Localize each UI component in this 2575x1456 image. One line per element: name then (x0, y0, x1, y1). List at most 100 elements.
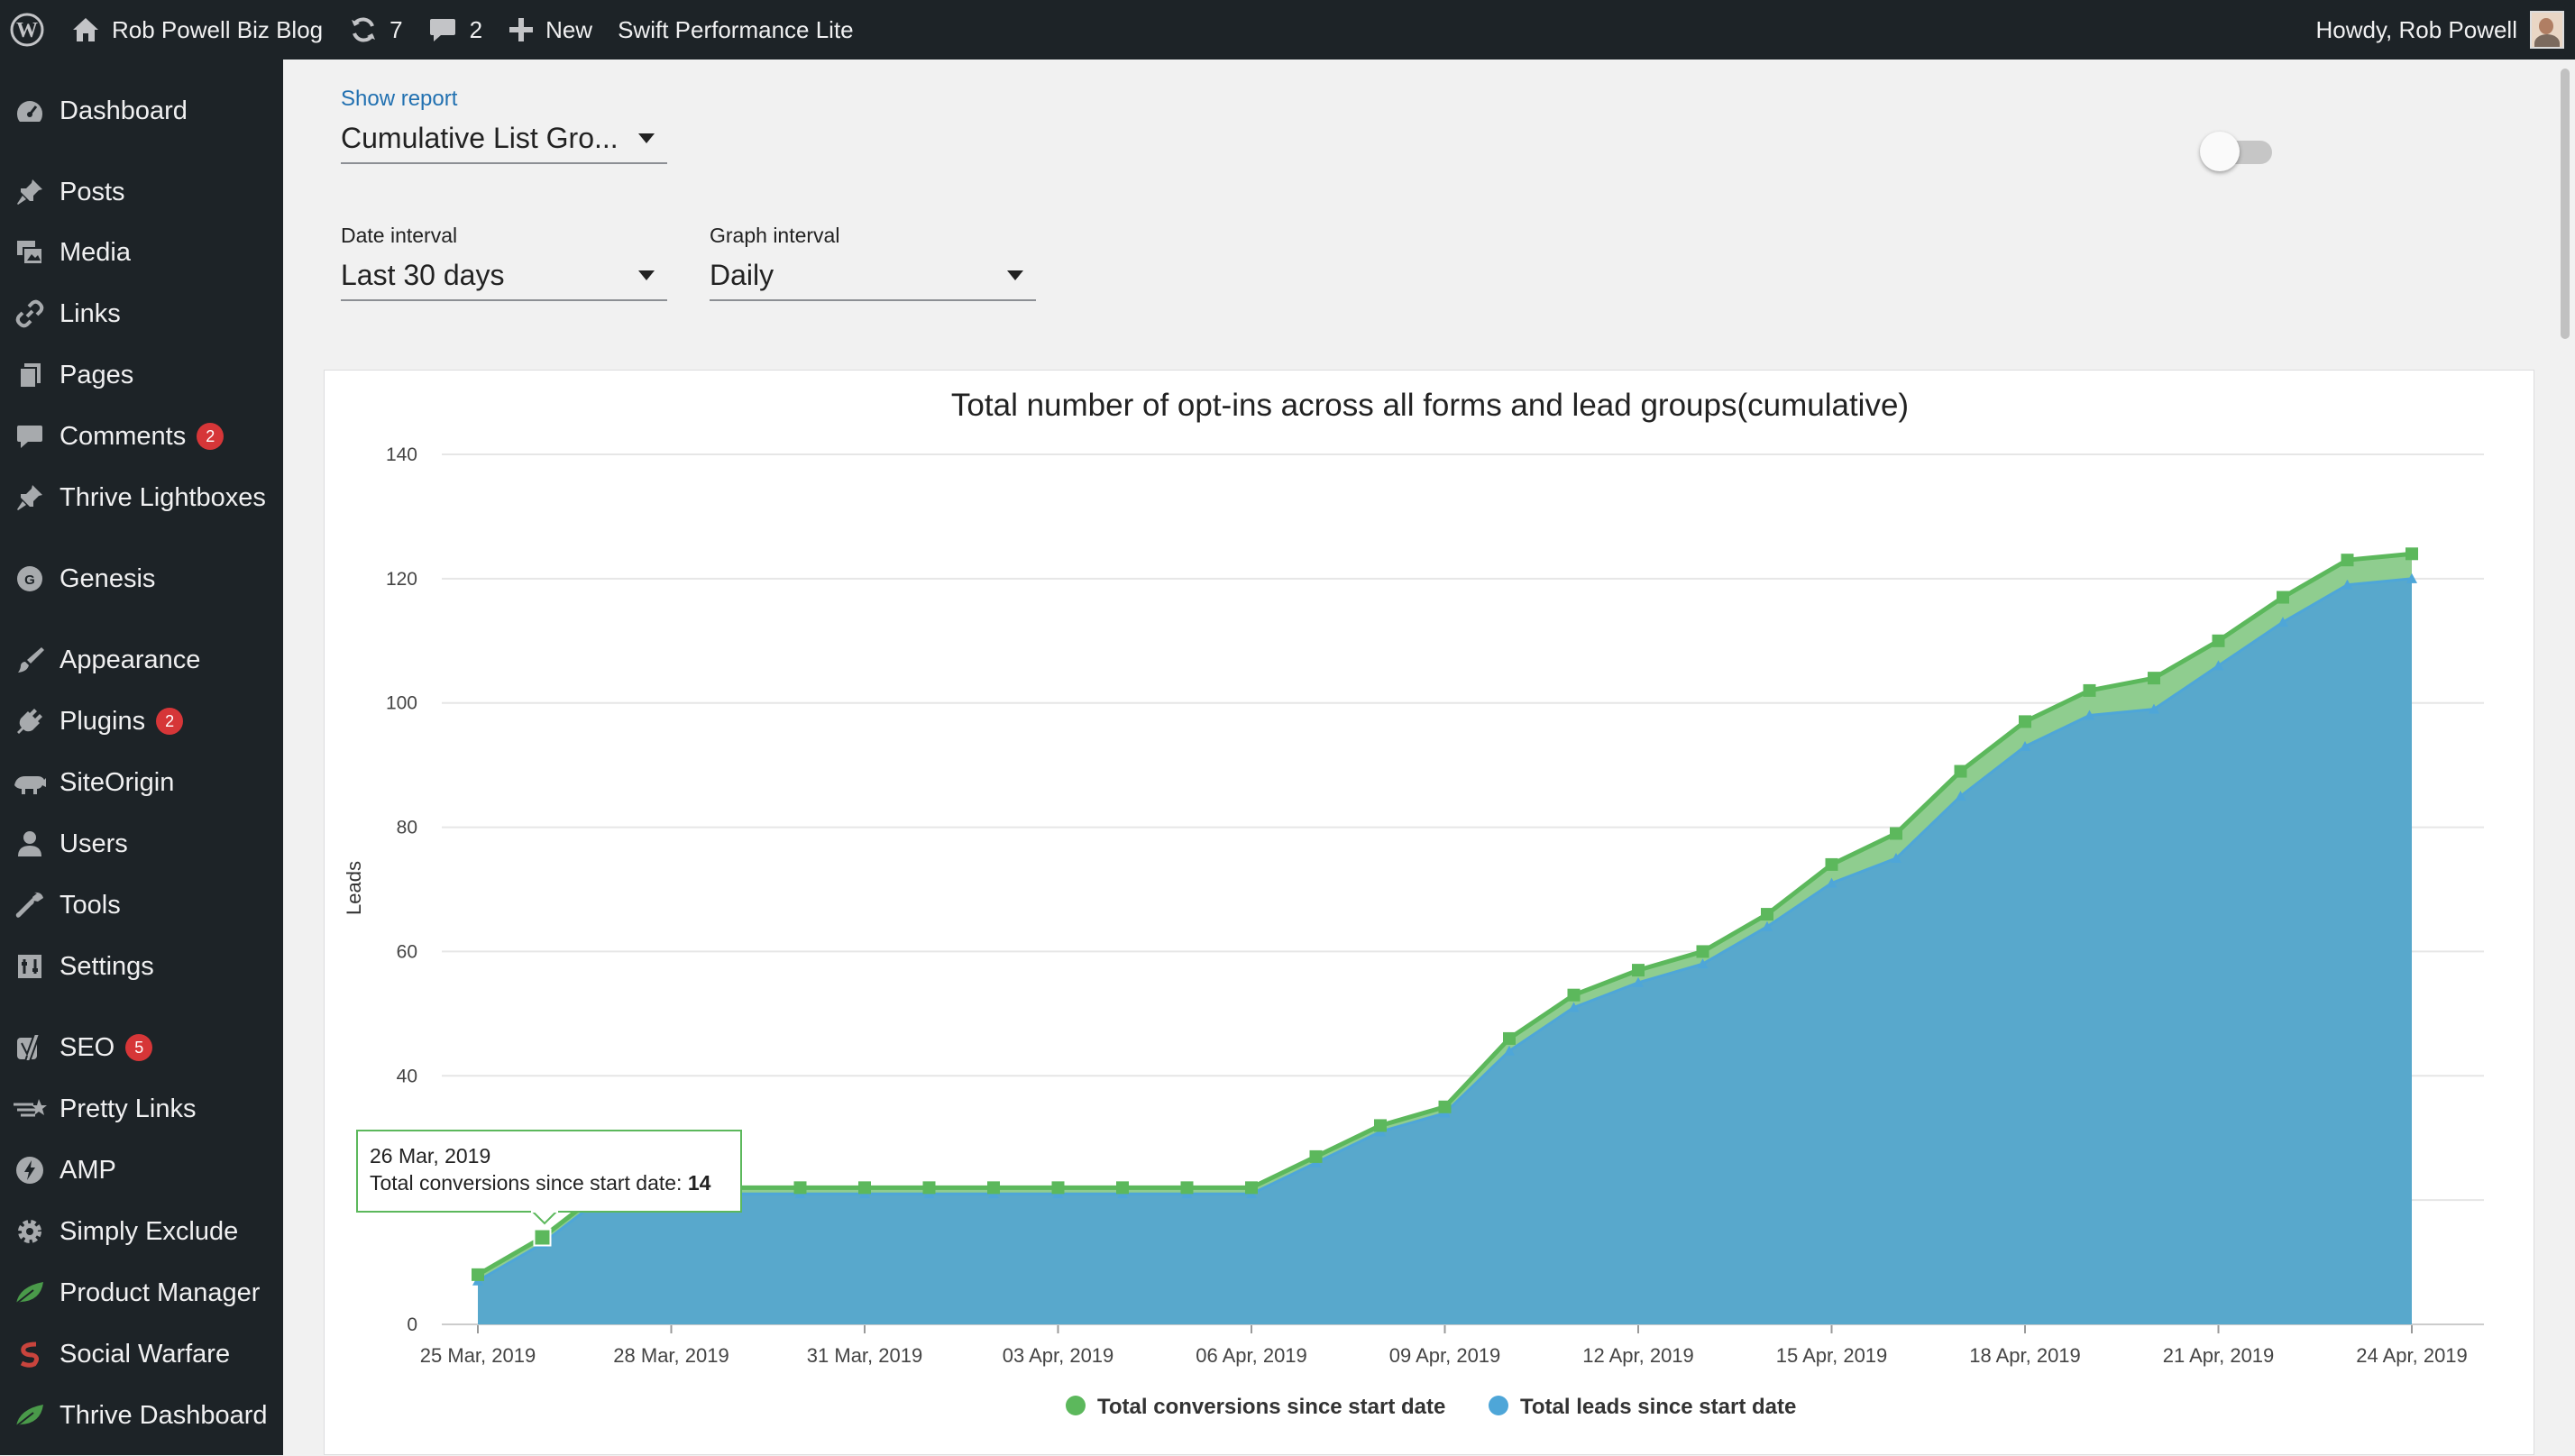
sidebar-item-siteorigin[interactable]: SiteOrigin (0, 756, 283, 809)
comments-count-badge: 2 (197, 423, 225, 450)
sidebar-item-posts[interactable]: Posts (0, 166, 283, 218)
conversions-point[interactable] (1051, 1181, 1065, 1195)
sidebar-item-amp[interactable]: AMP (0, 1144, 283, 1196)
conversions-point[interactable] (1825, 857, 1838, 871)
conversions-point[interactable] (1890, 827, 1902, 840)
sidebar-item-thrive-lightboxes[interactable]: Thrive Lightboxes (0, 472, 283, 524)
legend-item-leads[interactable]: Total leads since start date (1489, 1395, 1796, 1419)
graph-interval-value: Daily (710, 258, 774, 291)
conversions-point[interactable] (2083, 683, 2096, 697)
conversions-point[interactable] (1245, 1181, 1258, 1195)
conversions-point[interactable] (1761, 908, 1773, 921)
show-report-select[interactable]: Cumulative List Gro... (341, 114, 667, 164)
conversions-point[interactable] (1116, 1181, 1129, 1195)
media-icon (0, 238, 60, 267)
paintbrush-icon (0, 645, 60, 675)
legend-marker (1066, 1396, 1086, 1415)
comments-link[interactable]: 2 (416, 0, 495, 60)
sidebar-item-social-warfare[interactable]: Social Warfare (0, 1328, 283, 1380)
conversions-point[interactable] (2341, 554, 2354, 567)
seo-count-badge: 5 (125, 1034, 153, 1061)
legend-item-conversions[interactable]: Total conversions since start date (1066, 1395, 1445, 1419)
pushpin-icon (0, 177, 60, 207)
site-name-link[interactable]: Rob Powell Biz Blog (58, 0, 335, 60)
chart-tooltip: 26 Mar, 2019 Total conversions since sta… (356, 1130, 742, 1225)
tooltip-label: Total conversions since start date: (370, 1171, 688, 1195)
user-icon (0, 829, 60, 858)
conversions-point[interactable] (2212, 634, 2225, 647)
conversions-point[interactable] (793, 1181, 807, 1195)
my-account-link[interactable]: Howdy, Rob Powell (2315, 0, 2575, 60)
conversions-point[interactable] (1374, 1119, 1387, 1132)
gear-icon (0, 1216, 60, 1247)
swift-performance-link[interactable]: Swift Performance Lite (605, 0, 866, 60)
conversions-point[interactable] (533, 1228, 552, 1247)
tooltip-pointer-mask (531, 1209, 558, 1213)
sidebar-item-label: Plugins (60, 706, 146, 736)
sidebar-item-tools[interactable]: Tools (0, 879, 283, 931)
sidebar-item-pretty-links[interactable]: Pretty Links (0, 1083, 283, 1135)
sidebar-item-settings[interactable]: Settings (0, 940, 283, 993)
dashboard-icon (0, 97, 60, 124)
date-interval-value: Last 30 days (341, 258, 505, 291)
sidebar-item-thrive-dashboard[interactable]: Thrive Dashboard (0, 1389, 283, 1442)
sidebar-item-label: Comments (60, 421, 187, 451)
site-name: Rob Powell Biz Blog (112, 15, 324, 43)
report-toggle-switch[interactable] (2200, 132, 2272, 171)
genesis-icon: G (0, 563, 60, 594)
conversions-point[interactable] (1954, 765, 1967, 778)
admin-bar: W Rob Powell Biz Blog 7 2 New Swift Perf… (0, 0, 2575, 60)
sidebar-item-media[interactable]: Media (0, 226, 283, 279)
conversions-point[interactable] (2019, 715, 2031, 728)
sidebar-item-label: Links (60, 298, 121, 328)
conversions-point[interactable] (1632, 964, 1645, 977)
sidebar-item-links[interactable]: Links (0, 288, 283, 340)
wordpress-logo-button[interactable]: W (0, 0, 58, 60)
conversions-point[interactable] (1180, 1181, 1194, 1195)
sidebar-item-genesis[interactable]: G Genesis (0, 553, 283, 605)
conversions-point[interactable] (1309, 1149, 1323, 1163)
conversions-point[interactable] (2148, 672, 2160, 685)
siteorigin-icon (0, 769, 60, 796)
date-interval-select[interactable]: Last 30 days (341, 251, 667, 301)
conversions-point[interactable] (1438, 1100, 1452, 1113)
conversions-point[interactable] (858, 1181, 871, 1195)
sidebar-item-users[interactable]: Users (0, 818, 283, 870)
page-scrollbar[interactable] (2557, 60, 2575, 1455)
x-tick-label: 24 Apr, 2019 (2356, 1344, 2468, 1367)
comment-icon (0, 423, 60, 450)
sidebar-item-label: Tools (60, 890, 121, 920)
sidebar-item-plugins[interactable]: Plugins 2 (0, 695, 283, 747)
conversions-point[interactable] (922, 1181, 936, 1195)
conversions-point[interactable] (472, 1268, 484, 1281)
sidebar-item-label: Simply Exclude (60, 1216, 239, 1246)
chart-legend: Total conversions since start date Total… (1066, 1395, 1796, 1419)
link-icon (0, 298, 60, 329)
legend-label: Total leads since start date (1520, 1395, 1796, 1419)
sidebar-item-appearance[interactable]: Appearance (0, 634, 283, 686)
sidebar-item-dashboard[interactable]: Dashboard (0, 85, 283, 137)
sidebar-item-label: Dashboard (60, 96, 188, 125)
sidebar-item-seo[interactable]: SEO 5 (0, 1021, 283, 1074)
svg-text:W: W (16, 19, 38, 42)
sidebar-item-comments[interactable]: Comments 2 (0, 410, 283, 462)
updates-link[interactable]: 7 (335, 0, 415, 60)
graph-interval-select[interactable]: Daily (710, 251, 1036, 301)
scrollbar-thumb[interactable] (2561, 69, 2570, 339)
sidebar-item-product-manager[interactable]: Product Manager (0, 1267, 283, 1319)
conversions-point[interactable] (2405, 547, 2418, 561)
x-tick-label: 21 Apr, 2019 (2163, 1344, 2275, 1367)
conversions-point[interactable] (1567, 988, 1581, 1002)
conversions-point[interactable] (2277, 591, 2289, 604)
sidebar-item-pages[interactable]: Pages (0, 349, 283, 401)
x-tick-label: 03 Apr, 2019 (1003, 1344, 1114, 1367)
pushpin-icon (0, 482, 60, 513)
conversions-point[interactable] (987, 1181, 1000, 1195)
new-content-link[interactable]: New (495, 0, 605, 60)
sidebar-item-label: Genesis (60, 563, 156, 593)
sidebar-item-simply-exclude[interactable]: Simply Exclude (0, 1205, 283, 1258)
plugins-count-badge: 2 (156, 708, 184, 735)
x-tick-label: 06 Apr, 2019 (1196, 1344, 1307, 1367)
conversions-point[interactable] (1696, 945, 1709, 958)
conversions-point[interactable] (1503, 1031, 1516, 1045)
